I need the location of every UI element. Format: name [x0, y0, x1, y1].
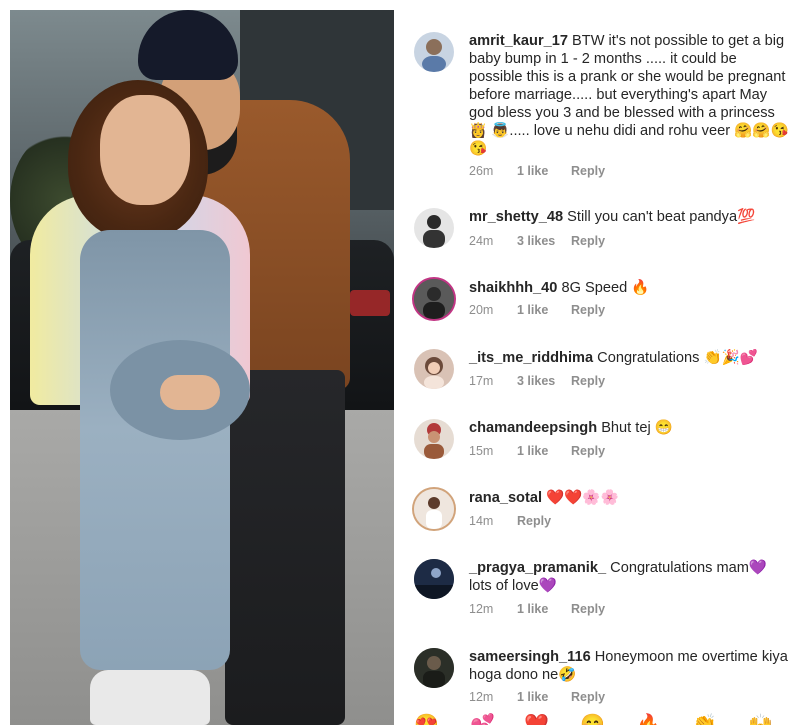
comment-meta: 20m 1 like Reply	[469, 303, 605, 317]
reply-button[interactable]: Reply	[571, 690, 605, 704]
comment-time: 17m	[469, 374, 494, 388]
comment-meta: 12m 1 like Reply	[469, 602, 605, 616]
comment-body: rana_sotal ❤️❤️🌸🌸	[469, 489, 792, 507]
comment-meta: 17m 3 likes Reply	[469, 374, 605, 388]
woman-hand	[160, 375, 220, 410]
avatar[interactable]	[414, 489, 454, 529]
comment-text: BTW it's not possible to get a big baby …	[469, 33, 789, 157]
comment-likes[interactable]: 3 likes	[517, 374, 571, 388]
reply-button[interactable]: Reply	[571, 374, 605, 388]
comment-meta: 26m 1 like Reply	[469, 164, 605, 178]
comment-body: sameersingh_116 Honeymoon me overtime ki…	[469, 648, 792, 684]
comment-time: 14m	[469, 514, 494, 528]
emoji-fire-icon[interactable]: 🔥	[636, 712, 661, 725]
emoji-smile-icon[interactable]: 😊	[580, 712, 605, 725]
avatar[interactable]	[414, 279, 454, 319]
reply-button[interactable]: Reply	[571, 303, 605, 317]
comment-username[interactable]: chamandeepsingh	[469, 420, 597, 436]
post-photo[interactable]	[10, 10, 394, 725]
man-legs	[225, 370, 345, 725]
comment-body: amrit_kaur_17 BTW it's not possible to g…	[469, 32, 792, 158]
comment-body: _its_me_riddhima Congratulations 👏🎉💕	[469, 349, 792, 367]
comment-time: 24m	[469, 234, 494, 248]
comment-likes[interactable]: 1 like	[517, 602, 571, 616]
emoji-heart-eyes-icon[interactable]: 😍	[414, 712, 439, 725]
comment-likes[interactable]: 1 like	[517, 690, 571, 704]
emoji-red-heart-icon[interactable]: ❤️	[524, 712, 549, 725]
emoji-two-hearts-icon[interactable]: 💕	[470, 712, 495, 725]
emoji-reaction-bar: 😍 💕 ❤️ 😊 🔥 👏 🙌	[400, 712, 800, 725]
comment-username[interactable]: shaikhhh_40	[469, 280, 557, 296]
comment-time: 12m	[469, 602, 494, 616]
comment-time: 12m	[469, 690, 494, 704]
avatar[interactable]	[414, 349, 454, 389]
comment-username[interactable]: rana_sotal	[469, 490, 542, 506]
reply-button[interactable]: Reply	[571, 234, 605, 248]
comment-username[interactable]: _its_me_riddhima	[469, 350, 593, 366]
emoji-raised-hands-icon[interactable]: 🙌	[748, 712, 773, 725]
reply-button[interactable]: Reply	[571, 164, 605, 178]
comment-text: Still you can't beat pandya💯	[567, 209, 756, 225]
comment-text: Congratulations 👏🎉💕	[597, 350, 758, 366]
comments-panel[interactable]: amrit_kaur_17 BTW it's not possible to g…	[400, 0, 800, 725]
comment-body: mr_shetty_48 Still you can't beat pandya…	[469, 208, 792, 226]
comment-likes[interactable]: 1 like	[517, 303, 571, 317]
comment-username[interactable]: mr_shetty_48	[469, 209, 563, 225]
avatar[interactable]	[414, 648, 454, 688]
comment-text: ❤️❤️🌸🌸	[546, 490, 619, 506]
comment-meta: 14m Reply	[469, 514, 551, 528]
comment-meta: 15m 1 like Reply	[469, 444, 605, 458]
comment-username[interactable]: amrit_kaur_17	[469, 33, 568, 49]
comment-likes[interactable]: 1 like	[517, 164, 571, 178]
car-taillight	[350, 290, 390, 316]
comment-time: 15m	[469, 444, 494, 458]
avatar[interactable]	[414, 208, 454, 248]
comment-time: 20m	[469, 303, 494, 317]
reply-button[interactable]: Reply	[571, 444, 605, 458]
avatar[interactable]	[414, 559, 454, 599]
comment-body: chamandeepsingh Bhut tej 😁	[469, 419, 792, 437]
comment-username[interactable]: _pragya_pramanik_	[469, 560, 606, 576]
avatar[interactable]	[414, 419, 454, 459]
avatar[interactable]	[414, 32, 454, 72]
emoji-clap-icon[interactable]: 👏	[692, 712, 717, 725]
reply-button[interactable]: Reply	[517, 514, 551, 528]
comment-time: 26m	[469, 164, 494, 178]
comment-likes[interactable]: 3 likes	[517, 234, 571, 248]
comment-username[interactable]: sameersingh_116	[469, 649, 591, 665]
woman-face	[100, 95, 190, 205]
comment-likes[interactable]: 1 like	[517, 444, 571, 458]
comment-meta: 24m 3 likes Reply	[469, 234, 605, 248]
comment-text: Bhut tej 😁	[601, 420, 673, 436]
comment-meta: 12m 1 like Reply	[469, 690, 605, 704]
comment-body: _pragya_pramanik_ Congratulations mam💜 l…	[469, 559, 792, 595]
reply-button[interactable]: Reply	[571, 602, 605, 616]
woman-overalls	[80, 230, 230, 670]
woman-shoe	[90, 670, 210, 725]
comment-text: 8G Speed 🔥	[561, 280, 650, 296]
comment-body: shaikhhh_40 8G Speed 🔥	[469, 279, 792, 297]
